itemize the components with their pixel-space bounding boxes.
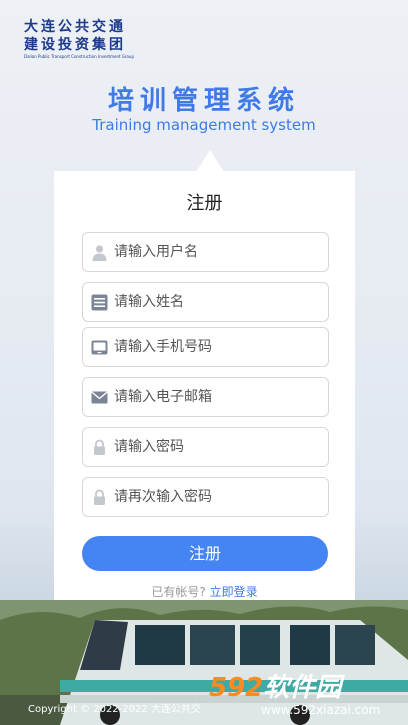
register-card: 注册 请输入用户名 请输入姓名 请输入手机号码 请输入电子邮箱 请输入密码 请再… <box>54 171 355 616</box>
phone-placeholder: 请输入手机号码 <box>114 339 212 355</box>
username-placeholder: 请输入用户名 <box>114 244 198 260</box>
brand-name-line1: 大连公共交通 <box>24 19 126 35</box>
card-pointer <box>196 150 224 172</box>
lock-icon <box>91 489 108 506</box>
realname-field[interactable]: 请输入姓名 <box>82 282 329 322</box>
password-field[interactable]: 请输入密码 <box>82 427 329 467</box>
brand-name-english: Dalian Public Transport Construction Inv… <box>24 54 135 59</box>
watermark-text: 软件园 <box>263 673 342 703</box>
confirm-password-field[interactable]: 请再次输入密码 <box>82 477 329 517</box>
login-prompt-text: 已有帐号? <box>151 585 206 599</box>
watermark: 592软件园 www.592xiazai.com <box>203 665 408 725</box>
watermark-url: www.592xiazai.com <box>261 703 381 717</box>
brand-name-line2: 建设投资集团 <box>24 37 126 53</box>
copyright-text: Copyright © 2022-2022 大连公共交 <box>28 704 201 715</box>
email-placeholder: 请输入电子邮箱 <box>114 389 212 405</box>
brand-logo: 大连公共交通 建设投资集团 Dalian Public Transport Co… <box>24 18 154 60</box>
phone-field[interactable]: 请输入手机号码 <box>82 327 329 367</box>
login-prompt: 已有帐号? 立即登录 <box>54 583 355 600</box>
system-title-chinese: 培训管理系统 <box>107 86 300 116</box>
system-title-english: Training management system <box>92 116 316 134</box>
email-field[interactable]: 请输入电子邮箱 <box>82 377 329 417</box>
watermark-number: 592 <box>209 673 264 703</box>
username-field[interactable]: 请输入用户名 <box>82 232 329 272</box>
register-button[interactable]: 注册 <box>82 536 328 571</box>
realname-placeholder: 请输入姓名 <box>114 294 184 310</box>
login-link[interactable]: 立即登录 <box>210 585 258 599</box>
user-icon <box>91 244 108 261</box>
form-title: 注册 <box>186 193 223 214</box>
id-card-icon <box>91 294 108 311</box>
password-placeholder: 请输入密码 <box>114 439 184 455</box>
phone-icon <box>91 339 108 356</box>
watermark-brand: 592软件园 <box>209 667 341 704</box>
mail-icon <box>91 389 108 406</box>
confirm-password-placeholder: 请再次输入密码 <box>114 489 212 505</box>
lock-icon <box>91 439 108 456</box>
